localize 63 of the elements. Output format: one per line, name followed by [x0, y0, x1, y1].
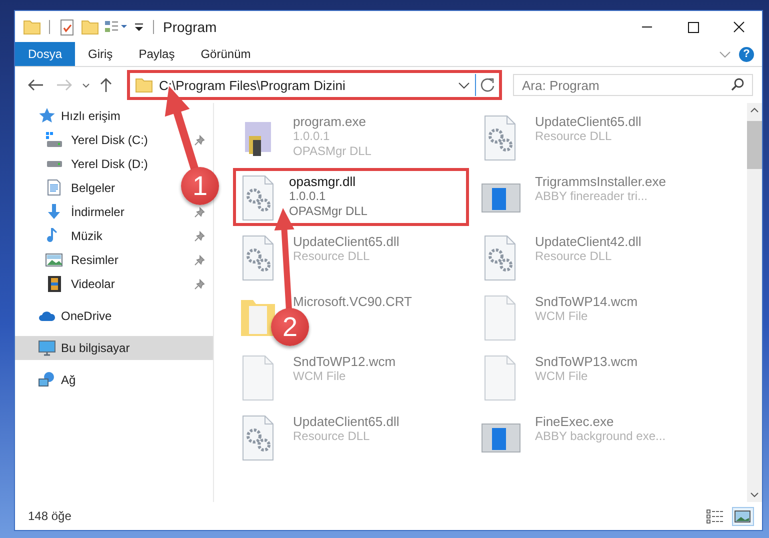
ribbon-tab[interactable]: Paylaş	[126, 42, 188, 66]
file-name: SndToWP14.wcm	[535, 294, 638, 309]
file-name: SndToWP12.wcm	[293, 354, 396, 369]
film-icon	[45, 275, 63, 293]
network-icon	[38, 371, 56, 389]
drive-icon	[45, 131, 63, 149]
file-name: UpdateClient65.dll	[535, 114, 642, 129]
search-field[interactable]: Ara: Program	[513, 74, 753, 96]
file-name: UpdateClient65.dll	[293, 414, 400, 429]
drive-icon	[46, 161, 62, 167]
file-detail: Resource DLL	[535, 129, 613, 144]
document-icon	[45, 179, 63, 197]
file-detail: WCM File	[293, 369, 347, 384]
file-name: UpdateClient65.dll	[293, 234, 400, 249]
ribbon-tab[interactable]: Görünüm	[188, 42, 264, 66]
file-detail: Resource DLL	[293, 429, 371, 444]
star-icon	[38, 107, 56, 125]
window-title: Program	[163, 18, 218, 34]
sidebar-item[interactable]: Yerel Disk (C:)	[45, 131, 148, 149]
file-detail: 1.0.0.1	[293, 129, 331, 144]
sidebar-item[interactable]: Bu bilgisayar	[15, 336, 213, 360]
item-count: 148 öğe	[28, 509, 72, 523]
help-button[interactable]: ?	[739, 46, 754, 62]
address-field[interactable]: C:\Program Files\Program Dizini	[127, 70, 502, 100]
file-detail: OPASMgr DLL	[293, 144, 372, 159]
sidebar-item[interactable]: Videolar	[45, 275, 115, 293]
sidebar-item[interactable]: Hızlı erişim	[38, 107, 120, 125]
file-name: Microsoft.VC90.CRT	[293, 294, 412, 309]
sidebar-item[interactable]: Resimler	[45, 251, 118, 269]
file-detail: ABBY finereader tri...	[535, 189, 648, 204]
properties-icon[interactable]	[58, 18, 76, 36]
refresh-icon[interactable]	[479, 76, 497, 94]
sidebar-item[interactable]: Müzik	[45, 227, 102, 245]
file-name: UpdateClient42.dll	[535, 234, 642, 249]
file-detail: WCM File	[535, 309, 589, 324]
file-name: program.exe	[293, 114, 367, 129]
folder-icon	[23, 18, 41, 36]
file-detail: Resource DLL	[535, 249, 613, 264]
folder-icon	[135, 76, 153, 94]
file-name: opasmgr.dll	[289, 174, 356, 189]
sidebar-item[interactable]: Ağ	[38, 371, 76, 389]
file-name: TrigrammsInstaller.exe	[535, 174, 666, 189]
file-detail: OPASMgr DLL	[289, 204, 368, 219]
file-detail: Resource DLL	[293, 249, 371, 264]
file-item[interactable]: opasmgr.dll 1.0.0.1 OPASMgr DLL	[233, 168, 469, 226]
ribbon-tab[interactable]: Giriş	[75, 42, 126, 66]
pictures-icon	[45, 251, 63, 269]
download-arrow-icon	[45, 203, 63, 221]
large-icons-view-icon[interactable]	[732, 506, 754, 526]
sidebar-item[interactable]: OneDrive	[38, 307, 112, 325]
search-icon[interactable]	[730, 77, 746, 93]
address-path: C:\Program Files\Program Dizini	[159, 78, 346, 92]
sidebar-item[interactable]: İndirmeler	[45, 203, 124, 221]
file-detail: 1.0.0.1	[289, 189, 327, 204]
file-detail: ABBY background exe...	[535, 429, 666, 444]
file-name: SndToWP13.wcm	[535, 354, 638, 369]
computer-icon	[38, 339, 56, 357]
scrollbar-thumb[interactable]	[747, 121, 762, 169]
sidebar-item[interactable]: Yerel Disk (D:)	[45, 155, 148, 173]
file-detail: WCM File	[535, 369, 589, 384]
ribbon-tab[interactable]: Dosya	[15, 42, 76, 66]
sidebar-item[interactable]: Belgeler	[45, 179, 116, 197]
file-name: FineExec.exe	[535, 414, 615, 429]
